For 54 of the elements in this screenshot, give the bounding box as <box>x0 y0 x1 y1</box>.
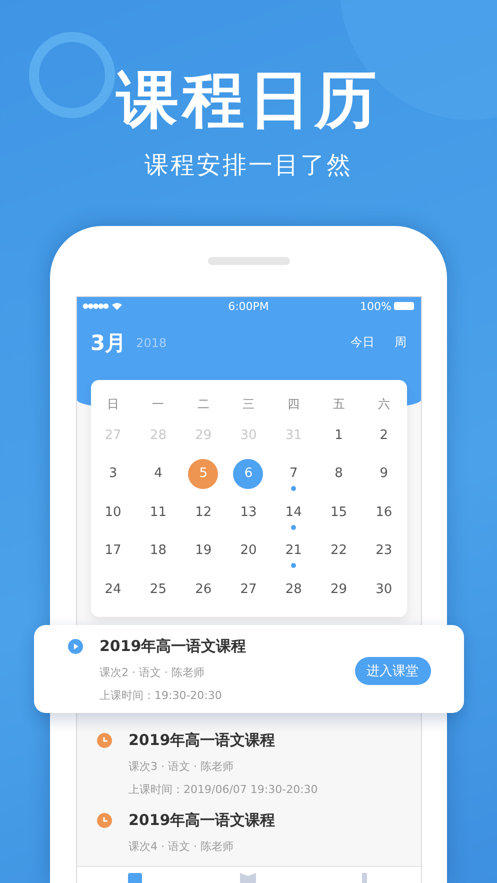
calendar-day[interactable]: 27 <box>233 574 264 604</box>
month-label: 3月 <box>90 330 126 356</box>
wifi-icon <box>112 302 122 310</box>
headline: 课程日历 <box>116 64 380 136</box>
weekday-label: 四 <box>286 396 301 412</box>
calendar-day[interactable]: 23 <box>368 536 399 566</box>
calendar-day[interactable]: 14 <box>278 497 309 528</box>
course-time: 上课时间：19:30-20:30 <box>100 688 223 702</box>
course-title: 2019年高一语文课程 <box>100 636 246 656</box>
calendar-day[interactable]: 17 <box>98 536 128 566</box>
year-label: 2018 <box>136 336 167 350</box>
course-meta: 课次4 · 语文 · 陈老师 <box>128 838 234 854</box>
calendar-day[interactable]: 20 <box>233 536 264 566</box>
weekday-label: 三 <box>241 396 256 412</box>
calendar-day[interactable]: 12 <box>188 497 218 528</box>
calendar-day[interactable]: 29 <box>324 574 354 604</box>
calendar-day[interactable]: 18 <box>143 536 174 566</box>
weekday-label: 日 <box>106 396 120 412</box>
calendar-day[interactable]: 26 <box>188 574 218 604</box>
calendar-day[interactable]: 25 <box>143 574 174 604</box>
calendar-day[interactable]: 11 <box>143 497 174 528</box>
calendar-day[interactable]: 15 <box>324 497 354 528</box>
status-time: 6:00PM <box>228 300 269 312</box>
calendar-day[interactable]: 19 <box>188 536 218 566</box>
calendar-day[interactable]: 10 <box>98 497 128 528</box>
course-meta: 课次3 · 语文 · 陈老师 <box>128 758 234 774</box>
calendar-day[interactable]: 3 <box>98 458 128 489</box>
calendar-day[interactable]: 13 <box>233 497 264 528</box>
calendar-day[interactable]: 28 <box>278 574 309 604</box>
calendar-day[interactable]: 22 <box>324 536 354 566</box>
clock-icon <box>96 732 112 748</box>
course-title: 2019年高一语文课程 <box>128 730 276 750</box>
calendar-day[interactable]: 21 <box>278 536 309 566</box>
calendar-day[interactable]: 8 <box>324 458 354 489</box>
calendar-day[interactable]: 24 <box>98 574 128 604</box>
calendar-day[interactable]: 2 <box>368 420 399 450</box>
battery-icon <box>394 302 414 310</box>
battery-percent: 100% <box>360 300 392 312</box>
weekday-label: 六 <box>376 396 391 412</box>
calendar-day[interactable]: 4 <box>143 458 174 489</box>
course-meta: 课次2 · 语文 · 陈老师 <box>100 664 206 680</box>
calendar-day[interactable]: 16 <box>368 497 399 528</box>
calendar-day[interactable]: 30 <box>368 574 399 604</box>
calendar-day[interactable]: 7 <box>278 458 309 489</box>
weekday-label: 一 <box>151 396 166 412</box>
weekday-label: 五 <box>332 396 346 412</box>
calendar-day[interactable]: 9 <box>368 458 399 489</box>
course-time: 上课时间：2019/06/07 19:30-20:30 <box>128 782 319 796</box>
weekday-label: 二 <box>196 396 210 412</box>
clock-icon <box>96 812 112 828</box>
calendar-day[interactable]: 1 <box>324 420 354 450</box>
play-icon <box>68 638 82 654</box>
course-title: 2019年高一语文课程 <box>128 810 276 830</box>
tagline: 课程安排一目了然 <box>144 150 352 180</box>
